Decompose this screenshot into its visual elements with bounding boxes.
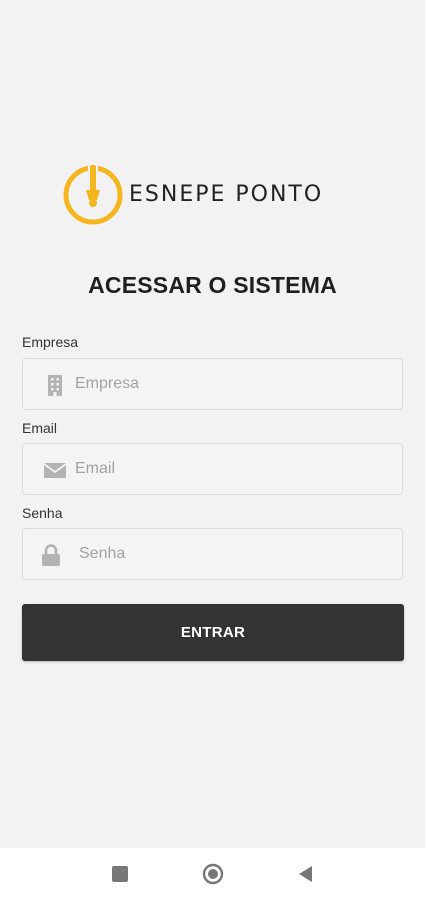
building-icon [48, 375, 62, 396]
email-field[interactable] [22, 443, 403, 495]
circle-home-icon[interactable] [201, 862, 225, 886]
empresa-label: Empresa [22, 334, 79, 350]
empresa-input[interactable] [75, 359, 385, 409]
brand-logo: ESNEPE PONTO [61, 162, 371, 228]
brand-name: ESNEPE PONTO [129, 182, 324, 207]
email-input[interactable] [75, 444, 385, 494]
square-icon[interactable] [108, 862, 132, 886]
power-icon [63, 164, 123, 225]
entrar-button[interactable]: ENTRAR [22, 604, 404, 661]
lock-icon [42, 544, 60, 566]
senha-field[interactable] [22, 528, 403, 580]
system-navigation-bar [0, 848, 425, 900]
triangle-back-icon[interactable] [294, 862, 318, 886]
envelope-icon [43, 463, 67, 478]
senha-input[interactable] [79, 529, 389, 579]
empresa-field[interactable] [22, 358, 403, 410]
login-screen: ESNEPE PONTO ACESSAR O SISTEMA Empresa E… [0, 0, 425, 848]
email-label: Email [22, 420, 58, 436]
page-title: ACESSAR O SISTEMA [88, 272, 337, 298]
senha-label: Senha [22, 505, 63, 521]
